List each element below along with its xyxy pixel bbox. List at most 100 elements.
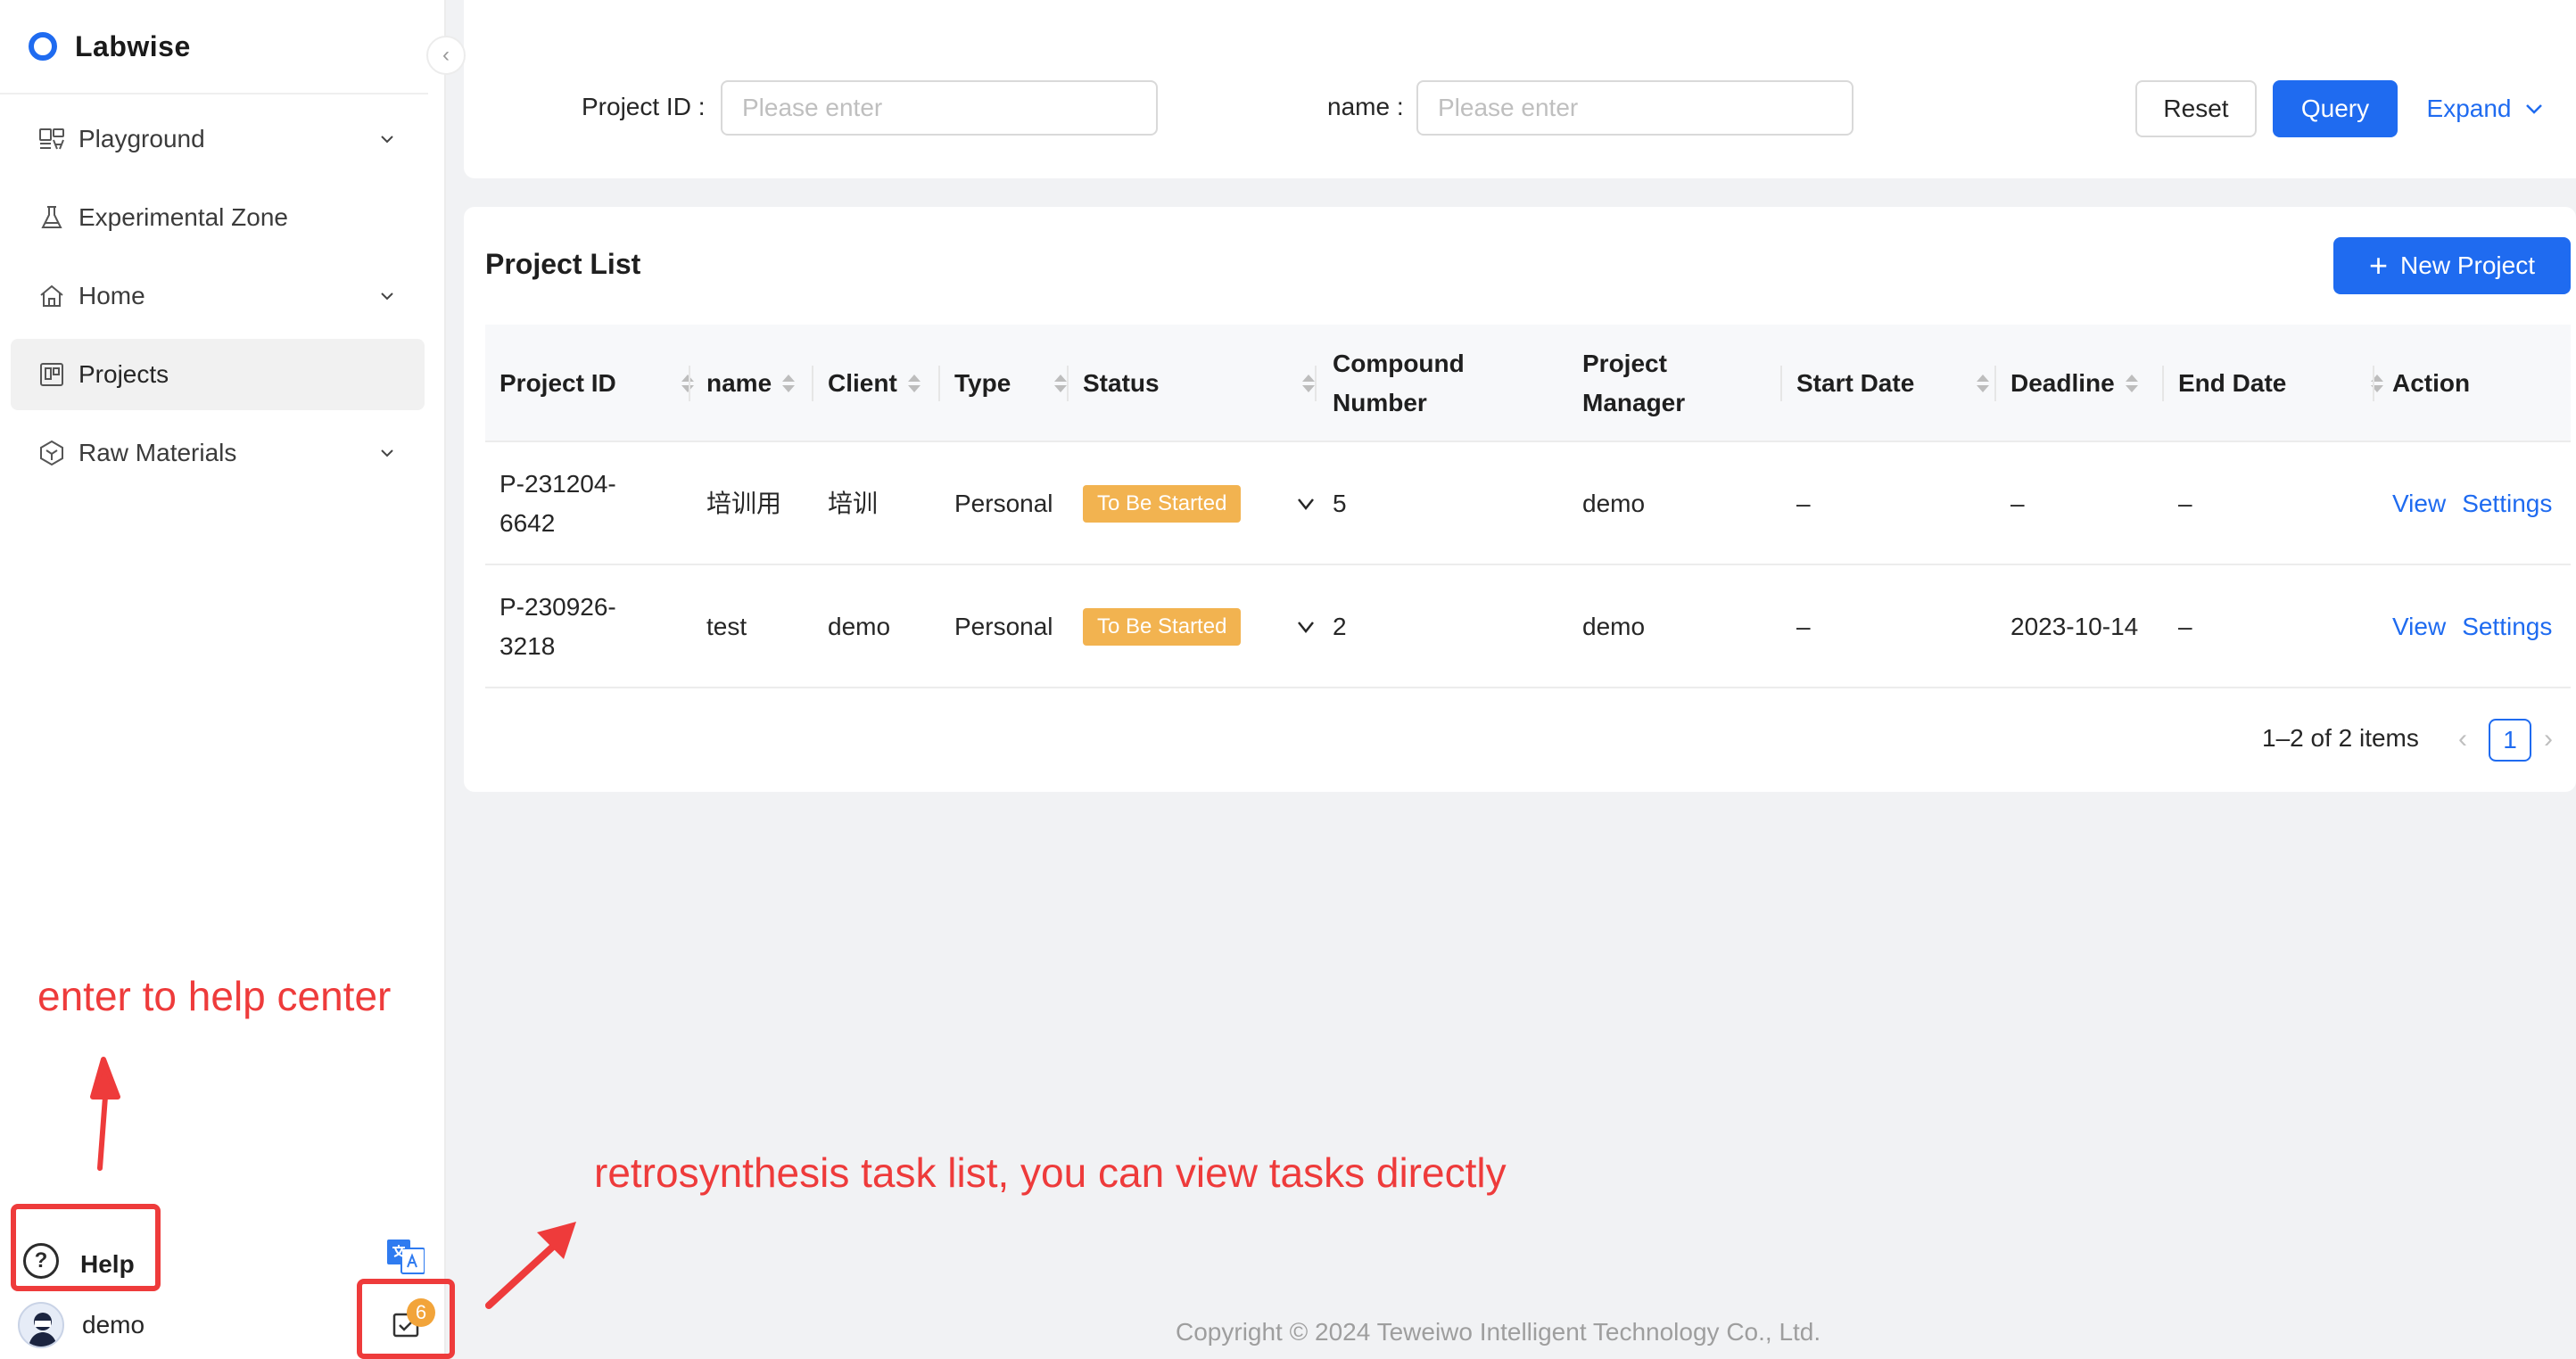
sidebar-item-projects[interactable]: Projects	[11, 339, 425, 410]
table-row: P-231204-6642 培训用 培训 Personal To Be Star…	[485, 442, 2571, 565]
column-separator	[689, 366, 690, 401]
project-table: Project ID name Client Type Status Compo…	[485, 325, 2571, 688]
pagination: 1–2 of 2 items ‹ 1 ›	[464, 719, 2576, 763]
status-dropdown-icon[interactable]	[1295, 565, 1317, 688]
column-label: Project ID	[500, 369, 616, 397]
search-panel: Project ID : name : Reset Query Expand	[464, 0, 2576, 178]
cell-project-manager: demo	[1582, 490, 1646, 517]
cell-status: To Be Started	[1083, 442, 1242, 565]
expand-button[interactable]: Expand	[2419, 80, 2553, 137]
cell-compound-number: 2	[1333, 613, 1347, 640]
reset-button[interactable]: Reset	[2135, 80, 2257, 137]
sort-icon[interactable]	[1977, 375, 1989, 392]
column-separator	[2162, 366, 2164, 401]
collapse-sidebar-button[interactable]: ‹	[426, 36, 466, 75]
settings-link[interactable]: Settings	[2462, 607, 2552, 647]
sidebar-item-playground[interactable]: Playground	[11, 103, 425, 175]
column-separator	[1315, 366, 1317, 401]
sort-icon[interactable]	[782, 375, 796, 392]
column-label: Start Date	[1796, 369, 1915, 397]
cell-start-date: –	[1796, 613, 1811, 640]
view-link[interactable]: View	[2392, 607, 2446, 647]
column-header-action: Action	[2392, 325, 2553, 442]
avatar	[18, 1302, 64, 1348]
column-header-status[interactable]: Status	[1083, 325, 1333, 442]
sort-icon[interactable]	[1054, 375, 1067, 392]
language-switch-icon[interactable]	[387, 1240, 425, 1275]
pagination-total: 1–2 of 2 items	[2262, 724, 2419, 752]
name-input[interactable]	[1416, 80, 1854, 136]
annotation-task-note: retrosynthesis task list, you can view t…	[594, 1149, 1507, 1196]
sidebar-item-label: Raw Materials	[78, 439, 237, 466]
sort-icon[interactable]	[2125, 375, 2138, 392]
cell-start-date: –	[1796, 490, 1811, 517]
column-header-name[interactable]: name	[706, 325, 813, 442]
new-project-label: New Project	[2400, 251, 2535, 279]
annotation-help-note: enter to help center	[37, 973, 392, 1019]
project-id-label: Project ID :	[582, 93, 706, 120]
page-number[interactable]: 1	[2489, 719, 2531, 762]
cell-deadline: –	[2010, 490, 2025, 517]
cube-icon	[37, 439, 66, 467]
column-label: Deadline	[2010, 369, 2115, 397]
column-header-compound-number: Compound Number	[1333, 325, 1547, 442]
column-label: name	[706, 369, 772, 397]
previous-page-icon[interactable]: ‹	[2458, 724, 2467, 754]
column-label: Status	[1083, 369, 1160, 397]
column-separator	[1067, 366, 1069, 401]
table-header: Project ID name Client Type Status Compo…	[485, 325, 2571, 442]
cell-name: test	[706, 613, 747, 640]
status-badge: To Be Started	[1083, 608, 1242, 646]
column-separator	[2373, 366, 2374, 401]
chevron-down-icon[interactable]	[376, 285, 398, 307]
sort-icon[interactable]	[907, 375, 921, 392]
cell-end-date: –	[2178, 613, 2192, 640]
column-separator	[1780, 366, 1782, 401]
sidebar-item-experimental-zone[interactable]: Experimental Zone	[11, 182, 425, 253]
column-header-client[interactable]: Client	[828, 325, 944, 442]
status-dropdown-icon[interactable]	[1295, 442, 1317, 565]
table-row: P-230926-3218 test demo Personal To Be S…	[485, 565, 2571, 688]
sidebar-item-label: Home	[78, 282, 145, 309]
arrow-head-task-list	[537, 1222, 576, 1259]
column-header-start-date[interactable]: Start Date	[1796, 325, 1993, 442]
home-icon	[37, 282, 66, 310]
cell-actions: View Settings	[2392, 565, 2568, 688]
chevron-down-icon[interactable]	[376, 442, 398, 464]
column-header-deadline[interactable]: Deadline	[2010, 325, 2171, 442]
cell-name: 培训用	[706, 490, 782, 517]
arrow-to-task-list	[485, 1241, 558, 1309]
query-button[interactable]: Query	[2273, 80, 2398, 137]
annotation-help-box	[11, 1204, 161, 1291]
chevron-down-icon[interactable]	[376, 128, 398, 150]
sidebar-item-home[interactable]: Home	[11, 260, 425, 332]
column-header-end-date[interactable]: End Date	[2178, 325, 2383, 442]
project-list-card: Project List + New Project Project ID na…	[464, 207, 2576, 792]
user-name: demo	[82, 1311, 145, 1338]
footer-copyright: Copyright © 2024 Teweiwo Intelligent Tec…	[1176, 1318, 1821, 1346]
column-header-type[interactable]: Type	[954, 325, 1079, 442]
sidebar: Labwise Playground Experimental Zone Hom…	[0, 0, 446, 1359]
annotation-task-box	[357, 1279, 455, 1359]
cell-deadline: 2023-10-14	[2010, 613, 2139, 640]
column-separator	[938, 366, 940, 401]
new-project-button[interactable]: + New Project	[2333, 237, 2571, 294]
project-id-input[interactable]	[721, 80, 1158, 136]
sort-icon[interactable]	[1302, 375, 1315, 392]
settings-link[interactable]: Settings	[2462, 484, 2552, 523]
view-link[interactable]: View	[2392, 484, 2446, 523]
user-profile[interactable]: demo	[18, 1302, 144, 1348]
cell-project-id: P-231204-6642	[500, 470, 616, 537]
column-label: Action	[2392, 369, 2471, 397]
sidebar-item-raw-materials[interactable]: Raw Materials	[11, 417, 425, 489]
sort-icon[interactable]	[681, 375, 694, 392]
column-header-project-id[interactable]: Project ID	[500, 325, 694, 442]
app-logo[interactable]: Labwise	[29, 27, 191, 66]
sidebar-nav: Playground Experimental Zone Home Projec…	[11, 103, 425, 496]
cell-client: 培训	[828, 490, 879, 517]
column-label: Compound Number	[1333, 350, 1465, 416]
playground-icon	[37, 125, 66, 153]
flask-icon	[37, 203, 66, 232]
column-header-project-manager: Project Manager	[1582, 325, 1761, 442]
next-page-icon[interactable]: ›	[2544, 724, 2553, 754]
